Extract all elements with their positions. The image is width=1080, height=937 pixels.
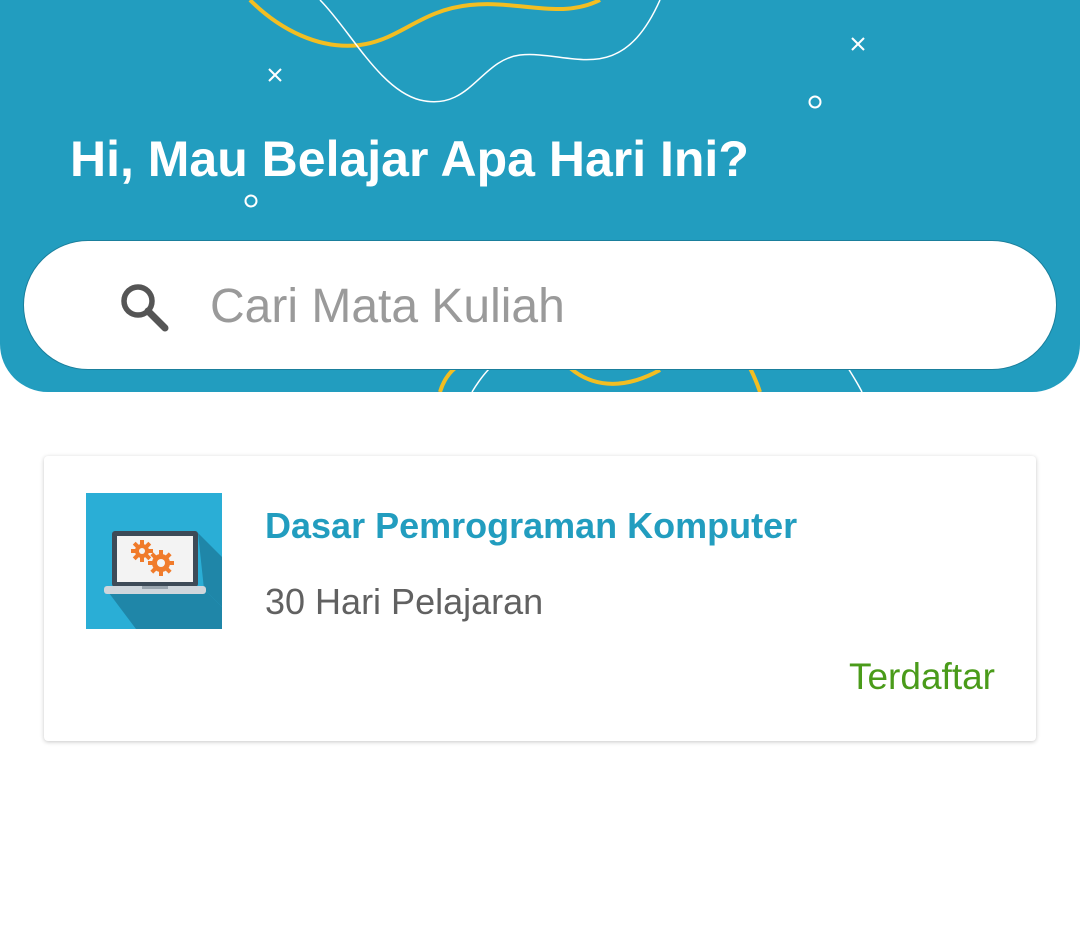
search-icon[interactable] bbox=[118, 281, 170, 333]
laptop-gears-icon bbox=[86, 493, 222, 629]
search-input[interactable] bbox=[210, 271, 990, 341]
page-title: Hi, Mau Belajar Apa Hari Ini? bbox=[70, 131, 749, 187]
course-duration: 30 Hari Pelajaran bbox=[265, 581, 544, 622]
enrollment-status-badge: Terdaftar bbox=[848, 656, 995, 697]
course-card[interactable]: Dasar Pemrograman Komputer 30 Hari Pelaj… bbox=[44, 456, 1036, 741]
search-bar[interactable] bbox=[23, 240, 1057, 370]
header-banner: Hi, Mau Belajar Apa Hari Ini? bbox=[0, 0, 1080, 392]
course-title[interactable]: Dasar Pemrograman Komputer bbox=[265, 504, 797, 548]
